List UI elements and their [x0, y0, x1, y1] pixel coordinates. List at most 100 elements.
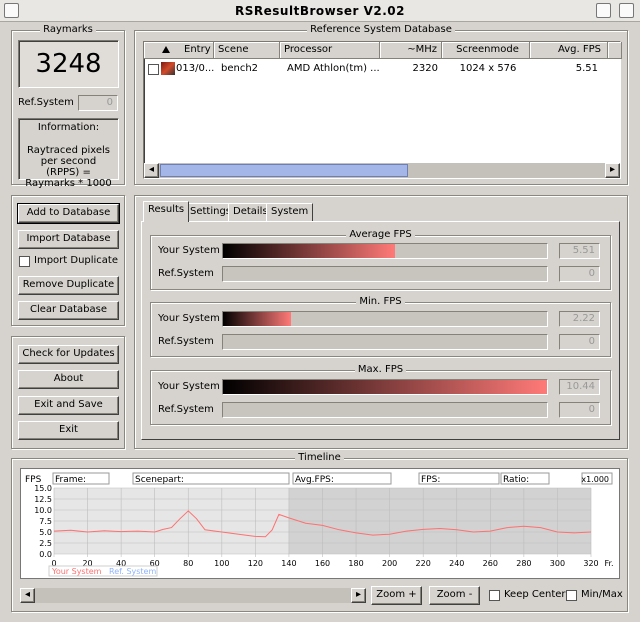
column-processor[interactable]: Processor — [280, 42, 380, 59]
max-fps-your-fill — [223, 380, 547, 394]
avg-fps-readout-label: Avg.FPS: — [295, 475, 334, 485]
timeline-plot[interactable]: FPS Frame: Scenepart: Avg.FPS: FPS: Ratio: x1.… — [20, 468, 620, 579]
column-entry[interactable]: Entry — [144, 42, 214, 59]
keep-center-label: Keep Center — [504, 589, 566, 600]
x-tick-label: 280 — [516, 559, 531, 568]
arrow-right-icon: ▸ — [609, 164, 616, 175]
x-tick-label: 300 — [550, 559, 565, 568]
cell-screenmode: 1024 x 576 — [459, 63, 517, 74]
column-avg-fps[interactable]: Avg. FPS — [530, 42, 608, 59]
scroll-left-button[interactable]: ◂ — [144, 163, 159, 178]
x-tick-label: 220 — [416, 559, 431, 568]
zoom-level-readout: x1.000 — [581, 475, 609, 484]
average-fps-your-fill — [223, 244, 395, 258]
average-fps-your-label: Your System — [158, 245, 220, 256]
remove-duplicate-button[interactable]: Remove Duplicate — [18, 276, 119, 295]
cell-entry: 013/0... — [176, 63, 215, 74]
fps-readout-label: FPS: — [421, 475, 440, 485]
y-tick-label: 10.0 — [34, 506, 52, 515]
max-fps-your-value: 10.44 — [559, 379, 600, 395]
average-fps-ref-bar — [222, 266, 548, 282]
column-screenmode[interactable]: Screenmode — [442, 42, 530, 59]
about-button[interactable]: About — [18, 370, 119, 389]
keep-center-checkbox[interactable] — [489, 590, 500, 601]
average-fps-your-value: 5.51 — [559, 243, 600, 259]
row-select-checkbox[interactable] — [148, 64, 159, 75]
min-fps-ref-label: Ref.System — [158, 336, 214, 347]
min-fps-ref-value: 0 — [559, 334, 600, 350]
legend-your-system: Your System — [51, 567, 102, 576]
y-tick-label: 5.0 — [39, 528, 52, 537]
timeline-chart: FPS Frame: Scenepart: Avg.FPS: FPS: Ratio: x1.… — [25, 472, 614, 577]
average-fps-title: Average FPS — [346, 229, 415, 240]
results-table[interactable]: Entry Scene Processor ~MHz Screenmode Av… — [143, 41, 622, 179]
cell-scene: bench2 — [221, 63, 259, 74]
y-tick-label: 0.0 — [39, 550, 52, 559]
x-tick-label: 200 — [382, 559, 397, 568]
max-fps-ref-bar — [222, 402, 548, 418]
min-fps-your-label: Your System — [158, 313, 220, 324]
check-for-updates-button[interactable]: Check for Updates — [18, 345, 119, 364]
tab-results[interactable]: Results — [143, 201, 190, 222]
x-tick-label: 180 — [348, 559, 363, 568]
max-fps-ref-value: 0 — [559, 402, 600, 418]
x-tick-label: 260 — [483, 559, 498, 568]
minimize-icon[interactable] — [596, 3, 611, 18]
import-duplicate-checkbox[interactable] — [19, 256, 30, 267]
min-fps-ref-bar — [222, 334, 548, 350]
min-fps-title: Min. FPS — [356, 296, 405, 307]
y-tick-label: 12.5 — [34, 495, 52, 504]
x-tick-label: 80 — [183, 559, 193, 568]
import-duplicate-label: Import Duplicate — [34, 255, 119, 266]
zoom-out-button[interactable]: Zoom - — [429, 586, 480, 605]
x-tick-label: 320 — [583, 559, 598, 568]
zoom-in-button[interactable]: Zoom + — [371, 586, 422, 605]
cell-processor: AMD Athlon(tm) ... — [287, 63, 380, 74]
column-scene[interactable]: Scene — [214, 42, 280, 59]
x-tick-label: 100 — [214, 559, 229, 568]
timeline-title: Timeline — [295, 452, 344, 463]
average-fps-ref-label: Ref.System — [158, 268, 214, 279]
sort-ascending-icon — [162, 46, 170, 53]
y-tick-label: 7.5 — [39, 517, 52, 526]
scroll-thumb[interactable] — [160, 164, 408, 177]
y-tick-label: 15.0 — [34, 484, 52, 493]
scroll-right-button[interactable]: ▸ — [605, 163, 620, 178]
arrow-left-icon: ◂ — [148, 164, 155, 175]
y-tick-label: 2.5 — [39, 539, 52, 548]
scenepart-readout-label: Scenepart: — [135, 475, 184, 485]
information-title: Information: — [37, 122, 100, 133]
add-to-database-button[interactable]: Add to Database — [17, 203, 120, 224]
information-panel: Information: Raytraced pixels per second… — [18, 118, 119, 189]
average-fps-your-bar — [222, 243, 548, 259]
arrow-left-icon: ◂ — [24, 589, 31, 600]
title-bar: RSResultBrowser V2.02 — [0, 0, 640, 22]
exit-and-save-button[interactable]: Exit and Save — [18, 396, 119, 415]
average-fps-ref-value: 0 — [559, 266, 600, 282]
x-tick-label: 240 — [449, 559, 464, 568]
max-fps-title: Max. FPS — [354, 364, 407, 375]
min-max-label: Min/Max — [581, 589, 623, 600]
clear-database-button[interactable]: Clear Database — [18, 301, 119, 320]
tab-system[interactable]: System — [266, 203, 314, 221]
column-mhz[interactable]: ~MHz — [380, 42, 442, 59]
column-filler — [608, 42, 622, 59]
reference-database-title: Reference System Database — [307, 24, 455, 35]
max-fps-ref-label: Ref.System — [158, 404, 214, 415]
timeline-scrollbar[interactable]: ◂ ▸ — [20, 588, 366, 603]
timeline-scroll-right-button[interactable]: ▸ — [351, 588, 366, 603]
x-tick-label: 140 — [281, 559, 296, 568]
import-database-button[interactable]: Import Database — [18, 230, 119, 249]
ref-system-score: 0 — [78, 95, 118, 111]
window-title: RSResultBrowser V2.02 — [235, 4, 405, 18]
legend-ref-system: Ref. System — [109, 567, 156, 576]
x-axis-unit: Fr. — [604, 559, 613, 568]
timeline-scroll-left-button[interactable]: ◂ — [20, 588, 35, 603]
table-horizontal-scrollbar[interactable]: ◂ ▸ — [144, 163, 620, 178]
column-entry-label: Entry — [184, 44, 211, 55]
close-icon[interactable] — [619, 3, 634, 18]
arrow-right-icon: ▸ — [355, 589, 362, 600]
min-max-checkbox[interactable] — [566, 590, 577, 601]
exit-button[interactable]: Exit — [18, 421, 119, 440]
ref-system-label: Ref.System — [18, 97, 74, 108]
